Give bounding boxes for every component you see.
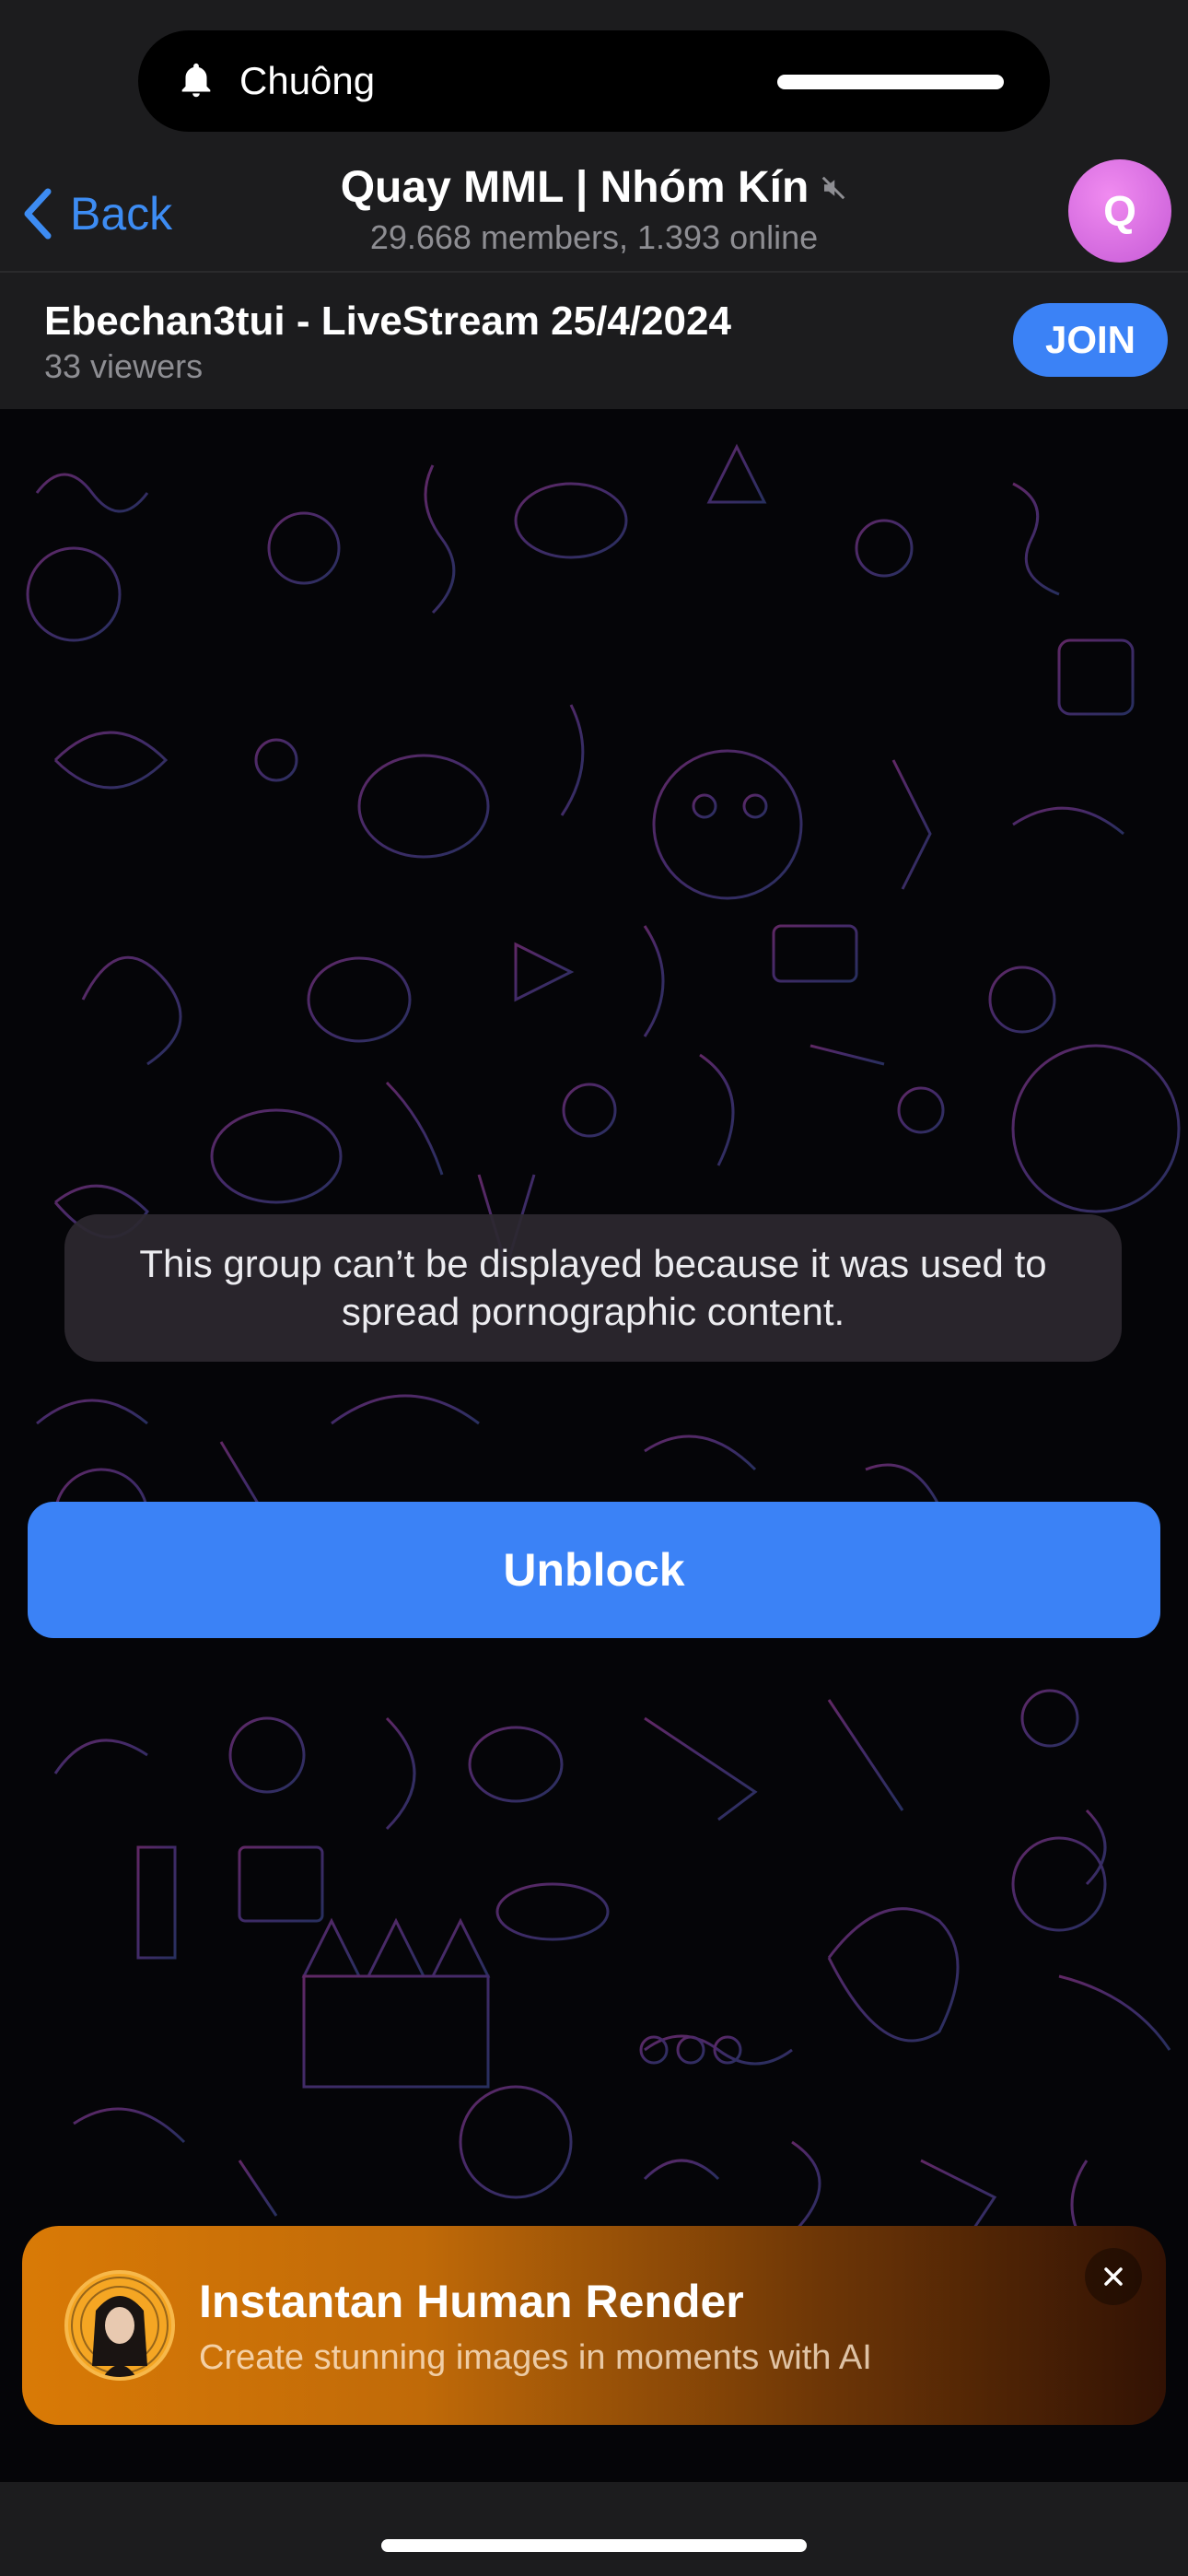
avatar-letter: Q — [1103, 187, 1136, 235]
group-avatar[interactable]: Q — [1068, 159, 1171, 263]
unblock-button[interactable]: Unblock — [28, 1502, 1160, 1638]
chat-title: Quay MML | Nhóm Kín — [340, 163, 809, 212]
blocked-notice: This group can’t be displayed because it… — [64, 1214, 1122, 1362]
chevron-left-icon — [24, 188, 52, 240]
bell-icon — [181, 63, 211, 98]
mute-icon — [821, 176, 845, 200]
join-button[interactable]: JOIN — [1013, 303, 1168, 377]
blocked-message-text: This group can’t be displayed because it… — [139, 1242, 1047, 1333]
home-indicator[interactable] — [381, 2539, 807, 2552]
chat-title-row: Quay MML | Nhóm Kín — [341, 160, 848, 216]
ad-close-button[interactable] — [1085, 2248, 1142, 2305]
back-button[interactable]: Back — [20, 177, 172, 251]
telegram-chat-screen: Chuông Back Quay MML | Nhóm Kín 29.668 m… — [0, 0, 1188, 2576]
close-icon — [1104, 2267, 1123, 2286]
ad-title: Instantan Human Render — [199, 2276, 744, 2327]
chat-header: Chuông Back Quay MML | Nhóm Kín 29.668 m… — [0, 0, 1188, 273]
ad-avatar — [64, 2270, 175, 2381]
notification-label: Chuông — [239, 59, 376, 102]
back-label: Back — [70, 188, 173, 240]
notification-pill — [777, 75, 1004, 89]
live-stream-viewers: 33 viewers — [44, 347, 204, 385]
bottom-bar — [0, 2482, 1188, 2576]
live-stream-bar[interactable]: Ebechan3tui - LiveStream 25/4/2024 33 vi… — [0, 273, 1188, 409]
ad-subtitle: Create stunning images in moments with A… — [199, 2338, 872, 2377]
dynamic-island: Chuông — [138, 30, 1050, 132]
chat-wallpaper — [26, 443, 1181, 2402]
ad-banner[interactable]: Instantan Human Render Create stunning i… — [22, 2226, 1166, 2425]
chat-members-count: 29.668 members, 1.393 online — [369, 218, 819, 256]
live-stream-title: Ebechan3tui - LiveStream 25/4/2024 — [44, 299, 731, 344]
woman-portrait-icon — [71, 2277, 169, 2377]
chat-title-block[interactable]: Quay MML | Nhóm Kín 29.668 members, 1.39… — [276, 160, 912, 258]
